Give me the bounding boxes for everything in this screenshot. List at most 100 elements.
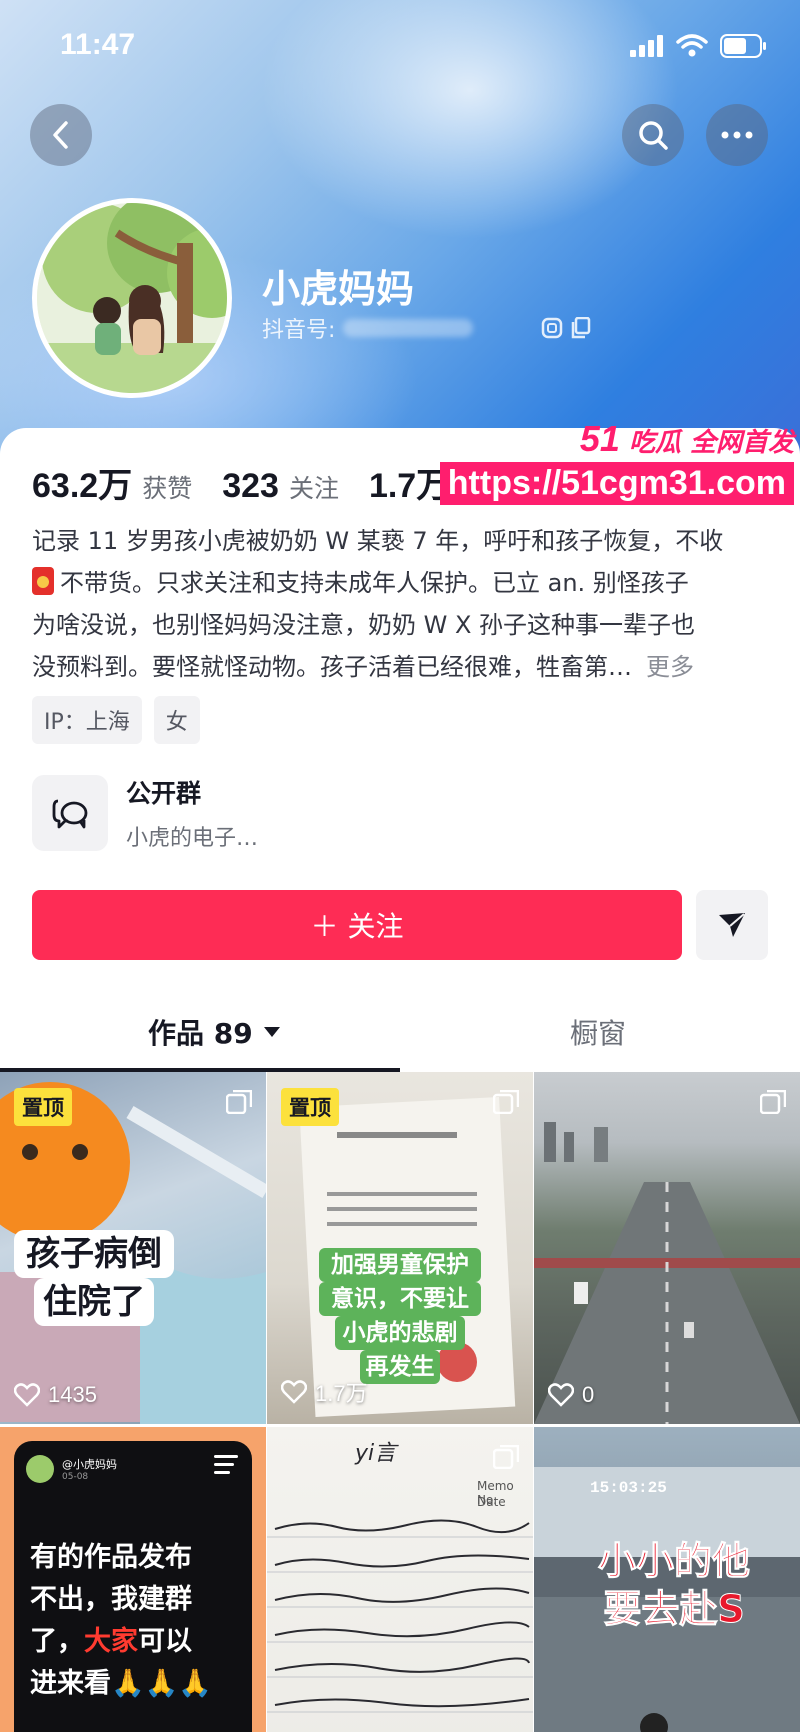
wifi-icon	[676, 34, 708, 57]
video-likes-count: 1435	[48, 1382, 97, 1407]
avatar[interactable]	[32, 198, 232, 398]
bio-more-link[interactable]: 更多	[646, 653, 694, 681]
copy-icon[interactable]	[571, 317, 591, 339]
profile-tags: IP：上海 女	[32, 696, 200, 744]
bio-line: 没预料到。要怪就怪动物。孩子活着已经很难，牲畜第… 更多	[32, 646, 772, 688]
post-text-line: 不出，我建群	[30, 1584, 192, 1615]
post-author: @小虎妈妈	[62, 1458, 117, 1471]
tab-works[interactable]: 作品 89	[148, 1012, 281, 1052]
video-tile[interactable]: 15:03:25 小小的他 要去赴S	[534, 1427, 800, 1732]
public-group-entry[interactable]: 公开群 小虎的电子…	[32, 774, 258, 852]
pinned-badge: 置顶	[14, 1088, 72, 1126]
video-tile[interactable]: 0	[534, 1072, 800, 1424]
avatar-illustration	[37, 203, 227, 393]
video-caption: 小小的他 要去赴S	[574, 1537, 774, 1633]
video-thumbnail-art	[534, 1122, 800, 1424]
stat-likes-value: 63.2万	[32, 467, 133, 505]
post-text-line: 了，大家可以	[30, 1621, 212, 1663]
share-button[interactable]	[696, 890, 768, 960]
red-packet-icon	[32, 567, 54, 595]
video-likes: 1.7万	[281, 1376, 368, 1408]
group-subtitle: 小虎的电子…	[126, 826, 259, 851]
ip-location-tag: IP：上海	[32, 696, 142, 744]
profile-bio[interactable]: 记录 11 岁男孩小虎被奶奶 W 某亵 7 年，呼吁和孩子恢复，不收 不带货。只…	[32, 520, 772, 688]
heart-icon	[548, 1383, 574, 1407]
video-tile[interactable]: 置顶 孩子病倒 住院了 1435	[0, 1072, 266, 1424]
caption-line: 小小的他	[597, 1539, 750, 1584]
post-text-line: 有的作品发布	[30, 1542, 192, 1573]
post-text-part: 可以	[138, 1626, 192, 1657]
status-bar: 11:47	[0, 0, 800, 96]
bio-line: 为啥没说，也别怪妈妈没注意，奶奶 W X 孙子这种事一辈子也	[32, 611, 696, 639]
signal-icon	[630, 35, 663, 57]
bio-line: 不带货。只求关注和支持未成年人保护。已立 an. 别怪孩子	[32, 562, 772, 604]
content-tabs: 作品 89 橱窗	[0, 994, 800, 1074]
douyin-id-label: 抖音号:	[262, 318, 336, 343]
stat-following[interactable]: 323 关注	[222, 467, 339, 506]
tab-showcase[interactable]: 橱窗	[570, 1012, 626, 1052]
stat-likes-label: 获赞	[142, 474, 193, 503]
qr-icon[interactable]	[541, 317, 563, 339]
menu-lines-icon	[214, 1455, 238, 1474]
caption-line: 要去赴S	[603, 1587, 745, 1632]
caption-line: 再发生	[360, 1350, 440, 1384]
watermark-text: 吃瓜 全网首发	[628, 428, 794, 458]
profile-stats: 63.2万 获赞 323 关注 1.7万 粉丝	[32, 458, 510, 507]
video-tile[interactable]: 置顶 加强男童保护 意识，不要让 小虎的悲剧 再发生 1.7万	[267, 1072, 533, 1424]
stat-likes[interactable]: 63.2万 获赞	[32, 458, 192, 507]
profile-name: 小虎妈妈	[262, 267, 415, 311]
video-likes-count: 1.7万	[315, 1381, 368, 1406]
bio-line-text: 不带货。只求关注和支持未成年人保护。已立 an. 别怪孩子	[60, 569, 689, 597]
video-likes: 1435	[14, 1382, 97, 1408]
profile-card: 63.2万 获赞 323 关注 1.7万 粉丝 51 吃瓜 全网首发 https…	[0, 418, 800, 1732]
stat-followers-value: 1.7万	[368, 467, 451, 505]
heart-icon	[14, 1383, 40, 1407]
send-icon	[719, 913, 745, 937]
caption-line: 加强男童保护	[319, 1248, 481, 1282]
watermark-url: https://51cgm31.com	[439, 462, 794, 505]
post-text-highlight: 大家	[84, 1626, 138, 1657]
video-caption: 孩子病倒 住院了	[14, 1230, 174, 1326]
caption-line: 孩子病倒	[14, 1230, 174, 1278]
douyin-id-blurred	[343, 319, 474, 337]
chevron-left-icon	[53, 121, 68, 149]
date-label: Date	[477, 1495, 506, 1509]
video-likes-count: 0	[582, 1382, 595, 1407]
multi-image-icon	[493, 1090, 519, 1114]
battery-icon	[720, 34, 766, 58]
post-date: 05-08	[62, 1472, 89, 1482]
multi-image-icon	[760, 1090, 786, 1114]
back-button[interactable]	[30, 104, 92, 166]
post-text-part: 了，	[30, 1626, 84, 1657]
follow-button[interactable]: ＋ 关注	[32, 890, 682, 960]
watermark-number: 51	[579, 418, 620, 459]
more-button[interactable]	[706, 104, 768, 166]
bio-line-text: 没预料到。要怪就怪动物。孩子活着已经很难，牲畜第…	[32, 653, 632, 681]
video-thumbnail-art	[267, 1519, 533, 1713]
caption-line: 小虎的悲剧	[335, 1316, 465, 1350]
group-title: 公开群	[126, 779, 202, 808]
video-timestamp: 15:03:25	[590, 1479, 667, 1497]
video-tile[interactable]: yi言 Memo No. Date	[267, 1427, 533, 1732]
pinned-badge: 置顶	[281, 1088, 339, 1126]
stat-following-label: 关注	[288, 474, 339, 503]
video-grid: 置顶 孩子病倒 住院了 1435 置顶 加强男童保护 意识，不要让 小虎的悲剧 …	[0, 1072, 800, 1732]
caption-line: 住院了	[34, 1278, 154, 1326]
status-icons	[630, 34, 768, 58]
multi-image-icon	[226, 1090, 252, 1114]
video-likes: 0	[548, 1382, 594, 1408]
heart-icon	[281, 1380, 307, 1404]
more-dots-icon	[721, 131, 753, 139]
group-icon-box	[32, 775, 108, 851]
video-tile[interactable]: @小虎妈妈 05-08 有的作品发布 不出，我建群 了，大家可以 进来看🙏🙏🙏	[0, 1427, 266, 1732]
search-icon	[639, 121, 668, 150]
status-time: 11:47	[60, 28, 136, 61]
video-caption: 加强男童保护 意识，不要让 小虎的悲剧 再发生	[319, 1248, 481, 1384]
watermark-overlay: 51 吃瓜 全网首发 https://51cgm31.com	[439, 418, 794, 505]
tab-works-label: 作品 89	[148, 1017, 253, 1050]
bio-line: 记录 11 岁男孩小虎被奶奶 W 某亵 7 年，呼吁和孩子恢复，不收	[32, 527, 724, 555]
post-author-avatar	[26, 1455, 54, 1483]
search-button[interactable]	[622, 104, 684, 166]
note-header: yi言	[355, 1441, 397, 1466]
post-text: 有的作品发布 不出，我建群 了，大家可以 进来看🙏🙏🙏	[30, 1537, 212, 1705]
